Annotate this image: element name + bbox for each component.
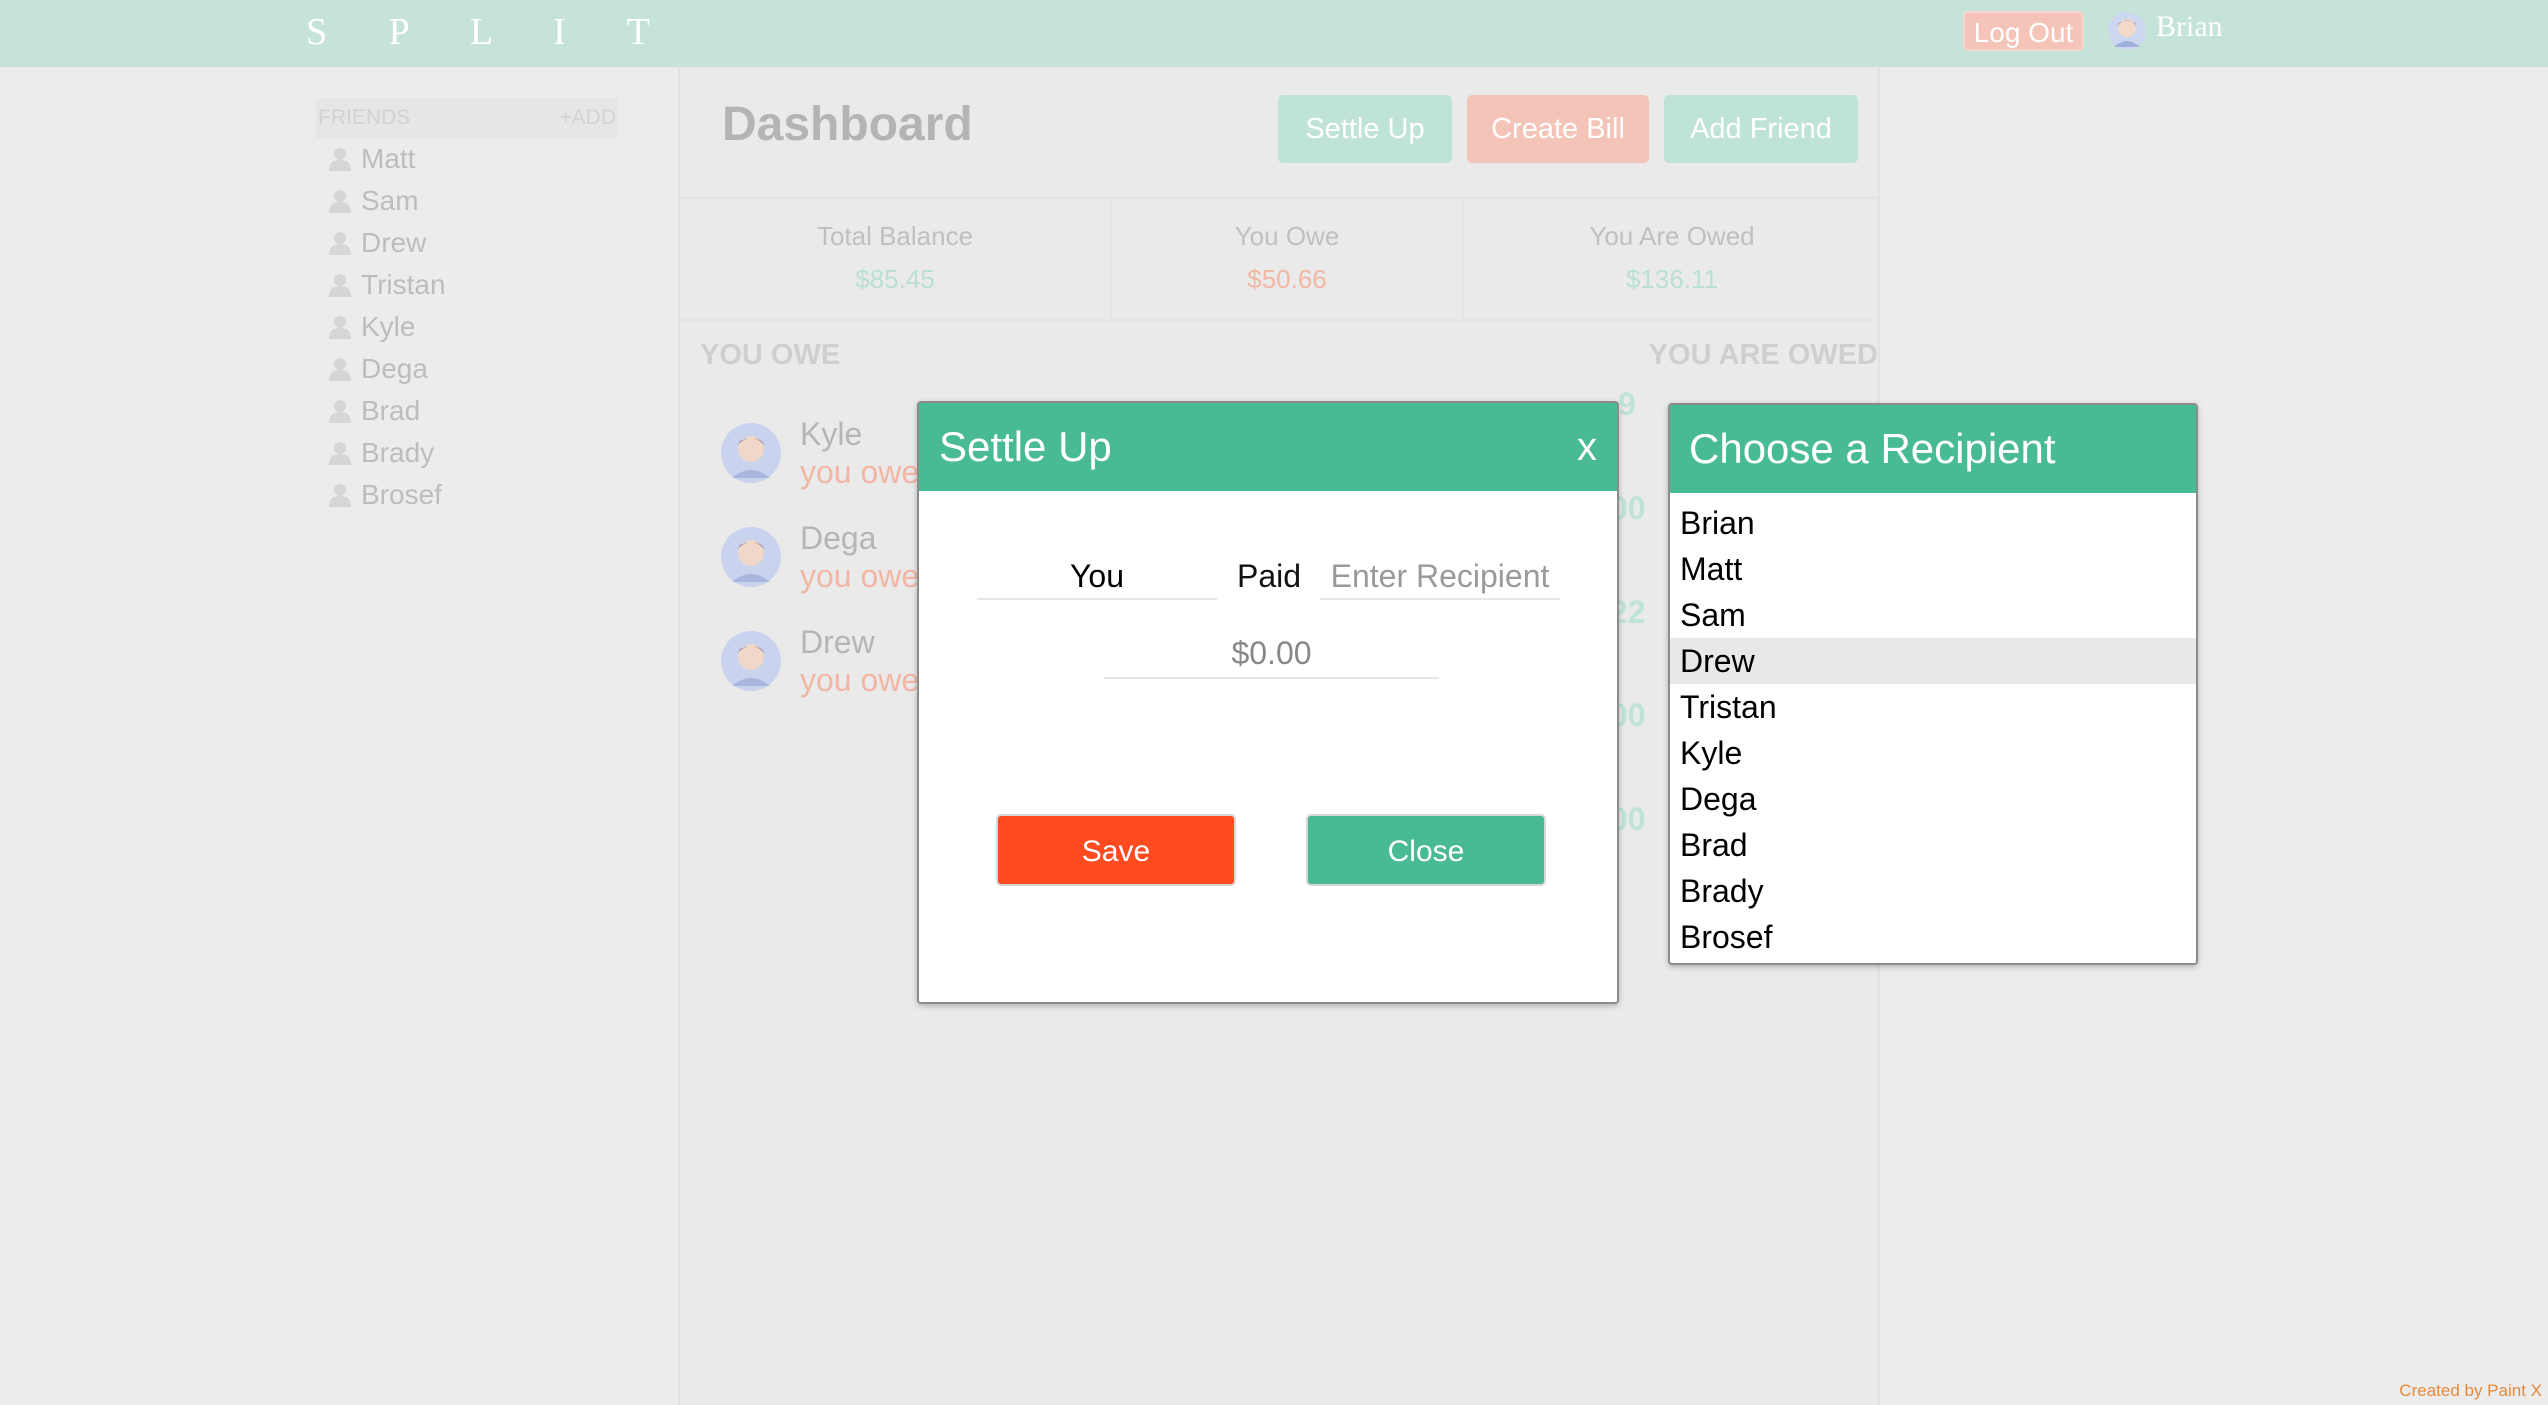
save-button[interactable]: Save [996, 814, 1236, 886]
recipient-option[interactable]: Brady [1670, 868, 2196, 914]
owe-friend-name: Drew [800, 624, 875, 660]
sidebar-friend-item[interactable]: Sam [329, 180, 618, 222]
sidebar-friend-item[interactable]: Brosef [329, 474, 618, 516]
sidebar-friend-item[interactable]: Matt [329, 138, 618, 180]
close-icon[interactable]: x [1577, 425, 1597, 470]
recipient-option[interactable]: Matt [1670, 546, 2196, 592]
friend-name: Kyle [361, 311, 416, 342]
recipient-option[interactable]: Tristan [1670, 684, 2196, 730]
recipient-option[interactable]: Kyle [1670, 730, 2196, 776]
friend-avatar-icon [721, 423, 781, 483]
friend-name: Brad [361, 395, 421, 426]
you-are-owed-value: $136.11 [1625, 264, 1719, 294]
you-are-owed-heading: YOU ARE OWED [1648, 339, 1878, 371]
close-button[interactable]: Close [1306, 814, 1546, 886]
person-icon [329, 190, 351, 213]
person-icon [329, 442, 351, 465]
sidebar-friend-item[interactable]: Drew [329, 222, 618, 264]
person-icon [329, 148, 351, 171]
you-owe-cell: You Owe $50.66 [1110, 199, 1464, 319]
person-icon [329, 400, 351, 423]
total-balance-cell: Total Balance $85.45 [680, 199, 1110, 319]
modal-header: Settle Up x [919, 403, 1617, 491]
you-owe-value: $50.66 [1247, 264, 1327, 294]
friends-header: FRIENDS +ADD [316, 98, 618, 138]
owe-status-text: you owe [800, 454, 920, 490]
recipient-option[interactable]: Brosef [1670, 914, 2196, 960]
recipient-option[interactable]: Brian [1670, 500, 2196, 546]
person-icon [329, 316, 351, 339]
friend-avatar-icon [721, 527, 781, 587]
logout-button[interactable]: Log Out [1963, 11, 2084, 51]
settle-up-button[interactable]: Settle Up [1278, 95, 1452, 163]
friend-name: Dega [361, 353, 428, 384]
person-icon [329, 358, 351, 381]
settle-up-modal: Settle Up x You Paid Enter Recipient $0.… [917, 401, 1619, 1004]
page-title: Dashboard [722, 98, 973, 151]
app-logo[interactable]: S P L I T [306, 10, 676, 54]
friend-name: Sam [361, 185, 419, 216]
add-friend-button[interactable]: Add Friend [1664, 95, 1858, 163]
balance-summary: Total Balance $85.45 You Owe $50.66 You … [680, 197, 1878, 321]
friend-name: Brady [361, 437, 435, 468]
recipient-option[interactable]: Sam [1670, 592, 2196, 638]
recipient-option[interactable]: Brad [1670, 822, 2196, 868]
sidebar-friend-item[interactable]: Brady [329, 432, 618, 474]
friend-list: Matt Sam Drew Tristan Kyle Dega Brad Brady Brose… [316, 138, 618, 516]
sidebar-friend-item[interactable]: Kyle [329, 306, 618, 348]
total-balance-label: Total Balance [816, 221, 974, 251]
owe-friend-name: Dega [800, 520, 877, 556]
friends-title: FRIENDS [318, 106, 411, 129]
payer-field[interactable]: You [977, 558, 1217, 600]
owe-status-text: you owe [800, 662, 920, 698]
you-owe-heading: YOU OWE [700, 339, 841, 371]
friend-name: Matt [361, 143, 416, 174]
friend-name: Drew [361, 227, 427, 258]
owe-status-text: you owe [800, 558, 920, 594]
recipient-option[interactable]: Dega [1670, 776, 2196, 822]
recipient-input[interactable]: Enter Recipient [1320, 558, 1560, 600]
picker-title: Choose a Recipient [1689, 425, 2056, 472]
add-friend-link[interactable]: +ADD [559, 106, 616, 130]
sidebar-friend-item[interactable]: Brad [329, 390, 618, 432]
picker-header: Choose a Recipient [1670, 405, 2196, 493]
friends-sidebar: FRIENDS +ADD Matt Sam Drew Tristan Kyle Dega B… [316, 98, 618, 516]
person-icon [329, 274, 351, 297]
create-bill-button[interactable]: Create Bill [1467, 95, 1649, 163]
person-icon [329, 484, 351, 507]
modal-title: Settle Up [939, 423, 1112, 470]
amount-input[interactable]: $0.00 [1104, 635, 1439, 679]
you-are-owed-label: You Are Owed [1589, 221, 1755, 251]
friend-avatar-icon [721, 631, 781, 691]
recipient-option[interactable]: Drew [1670, 638, 2196, 684]
sidebar-friend-item[interactable]: Tristan [329, 264, 618, 306]
user-name[interactable]: Brian [2156, 10, 2223, 44]
paid-label: Paid [1237, 558, 1302, 594]
footer-credit: Created by Paint X [2399, 1381, 2542, 1400]
top-bar: S P L I T Log Out Brian [0, 0, 2548, 67]
recipient-picker: Choose a Recipient Brian Matt Sam Drew Trist… [1668, 403, 2198, 965]
user-avatar-icon[interactable] [2107, 11, 2147, 51]
person-icon [329, 232, 351, 255]
owed-amount-fragment: 9 [1618, 386, 1636, 422]
sidebar-friend-item[interactable]: Dega [329, 348, 618, 390]
you-owe-label: You Owe [1234, 221, 1340, 251]
friend-name: Tristan [361, 269, 446, 300]
friend-name: Brosef [361, 479, 442, 510]
total-balance-value: $85.45 [855, 264, 935, 294]
owe-friend-name: Kyle [800, 416, 863, 452]
recipient-list: Brian Matt Sam Drew Tristan Kyle Dega Brad Brady… [1670, 500, 2196, 960]
you-are-owed-cell: You Are Owed $136.11 [1462, 199, 1882, 319]
